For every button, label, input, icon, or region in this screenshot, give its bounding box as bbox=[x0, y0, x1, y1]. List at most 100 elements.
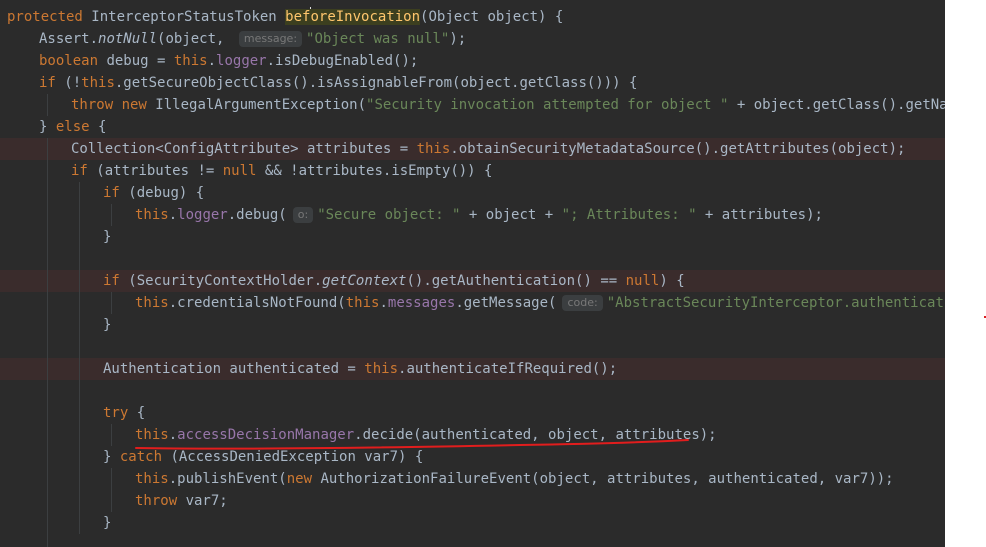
indent-guide bbox=[47, 402, 48, 424]
code-token: this bbox=[135, 427, 169, 443]
indent-guide bbox=[47, 446, 48, 468]
code-token: "Secure object: " bbox=[317, 207, 461, 223]
code-token: .authenticateIfRequired(); bbox=[398, 361, 618, 377]
code-area[interactable]: protected InterceptorStatusToken beforeI… bbox=[0, 0, 945, 547]
indent-guide bbox=[79, 402, 80, 424]
indent-guide bbox=[79, 446, 80, 468]
code-token: if bbox=[39, 75, 65, 91]
code-token: .credentialsNotFound( bbox=[168, 295, 346, 311]
code-token: .decide(authenticated, object, attribute… bbox=[354, 427, 717, 443]
indent-guide bbox=[79, 204, 80, 226]
code-token: this bbox=[364, 361, 399, 377]
indent-guide bbox=[79, 512, 80, 534]
indent-guide bbox=[79, 270, 80, 292]
code-token: (AccessDeniedException var7) { bbox=[170, 449, 424, 465]
indent-guide bbox=[79, 380, 80, 402]
code-token: Assert. bbox=[39, 31, 99, 47]
code-line-content: } else { bbox=[39, 116, 106, 138]
code-token: this bbox=[345, 295, 380, 311]
code-line[interactable]: Collection<ConfigAttribute> attributes =… bbox=[0, 138, 945, 160]
code-line[interactable]: try { bbox=[0, 402, 945, 424]
code-token: catch bbox=[119, 449, 171, 465]
code-token: throw new bbox=[71, 97, 156, 113]
code-token: (SecurityContextHolder. bbox=[128, 273, 323, 289]
code-token: bef bbox=[285, 9, 311, 25]
code-token: oreInvocation bbox=[310, 9, 421, 25]
code-token: .publishEvent( bbox=[168, 471, 287, 487]
code-line[interactable]: } bbox=[0, 314, 945, 336]
code-line-content: if (!this.getSecureObjectClass().isAssig… bbox=[39, 72, 637, 94]
code-token: ().getAuthentication() == bbox=[406, 273, 626, 289]
parameter-hint: code: bbox=[562, 295, 603, 311]
indent-guide bbox=[47, 534, 48, 547]
code-token: messages bbox=[387, 295, 456, 311]
indent-guide bbox=[111, 468, 112, 490]
code-token: boolean bbox=[39, 53, 107, 69]
parameter-hint: message: bbox=[238, 31, 303, 47]
code-token: .getMessage( bbox=[455, 295, 557, 311]
code-line[interactable]: this.accessDecisionManager.decide(authen… bbox=[0, 424, 945, 446]
code-token: Collection<ConfigAttribute> attributes = bbox=[71, 141, 417, 157]
code-line[interactable]: } else { bbox=[0, 116, 945, 138]
code-token: } bbox=[103, 317, 112, 333]
code-line[interactable]: this.logger.debug(o: "Secure object: " + … bbox=[0, 204, 945, 226]
code-line-content: Collection<ConfigAttribute> attributes =… bbox=[71, 138, 905, 160]
code-line[interactable]: if (!this.getSecureObjectClass().isAssig… bbox=[0, 72, 945, 94]
indent-guide bbox=[47, 468, 48, 490]
code-line-content: this.accessDecisionManager.decide(authen… bbox=[135, 424, 717, 446]
indent-guide bbox=[111, 204, 112, 226]
code-line-content: try { bbox=[103, 402, 145, 424]
code-token: Authentication authenticated = bbox=[103, 361, 365, 377]
code-line[interactable]: if (debug) { bbox=[0, 182, 945, 204]
code-editor[interactable]: protected InterceptorStatusToken beforeI… bbox=[0, 0, 945, 547]
code-token: "Object was null" bbox=[306, 31, 450, 47]
indent-guide bbox=[79, 248, 80, 270]
code-line-content: throw new IllegalArgumentException("Secu… bbox=[71, 94, 945, 116]
code-line[interactable]: } bbox=[0, 226, 945, 248]
code-line[interactable]: protected InterceptorStatusToken beforeI… bbox=[0, 6, 945, 28]
code-token: (debug) { bbox=[128, 185, 205, 201]
code-line[interactable] bbox=[0, 248, 945, 270]
code-token: .isDebugEnabled(); bbox=[266, 53, 419, 69]
code-token: AuthorizationFailureEvent(object, attrib… bbox=[320, 471, 894, 487]
code-line[interactable]: if (attributes != null && !attributes.is… bbox=[0, 160, 945, 182]
code-line[interactable] bbox=[0, 336, 945, 358]
code-token: if bbox=[103, 273, 129, 289]
code-line[interactable] bbox=[0, 534, 945, 547]
indent-guide bbox=[79, 336, 80, 358]
code-line[interactable]: boolean debug = this.logger.isDebugEnabl… bbox=[0, 50, 945, 72]
code-line-content: this.logger.debug(o: "Secure object: " + … bbox=[135, 204, 823, 226]
code-line-content: boolean debug = this.logger.isDebugEnabl… bbox=[39, 50, 418, 72]
indent-guide bbox=[47, 314, 48, 336]
code-token: { bbox=[98, 119, 107, 135]
code-token: new bbox=[286, 471, 321, 487]
code-token: throw bbox=[135, 493, 186, 509]
code-token: .getSecureObjectClass().isAssignableFrom… bbox=[114, 75, 638, 91]
code-token: notNull bbox=[98, 31, 158, 47]
code-line[interactable]: if (SecurityContextHolder.getContext().g… bbox=[0, 270, 945, 292]
code-line-content: throw var7; bbox=[135, 490, 228, 512]
parameter-hint: o: bbox=[292, 207, 314, 223]
indent-guide bbox=[79, 182, 80, 204]
code-line[interactable] bbox=[0, 380, 945, 402]
indent-guide bbox=[79, 292, 80, 314]
code-line[interactable]: this.credentialsNotFound(this.messages.g… bbox=[0, 292, 945, 314]
code-line[interactable]: Authentication authenticated = this.auth… bbox=[0, 358, 945, 380]
code-line[interactable]: throw new IllegalArgumentException("Secu… bbox=[0, 94, 945, 116]
code-token: else bbox=[55, 119, 99, 135]
code-token: . bbox=[379, 295, 388, 311]
code-line[interactable]: this.publishEvent(new AuthorizationFailu… bbox=[0, 468, 945, 490]
code-token: this bbox=[81, 75, 115, 91]
code-line[interactable]: Assert.notNull(object, message: "Object w… bbox=[0, 28, 945, 50]
code-token: this bbox=[173, 53, 208, 69]
code-token: { bbox=[136, 405, 146, 421]
code-line[interactable]: } bbox=[0, 512, 945, 534]
code-line[interactable]: } catch (AccessDeniedException var7) { bbox=[0, 446, 945, 468]
code-token: debug = bbox=[106, 53, 174, 69]
code-token: this bbox=[416, 141, 451, 157]
code-line[interactable]: throw var7; bbox=[0, 490, 945, 512]
code-token: } bbox=[103, 229, 112, 245]
code-line-content: } bbox=[103, 314, 111, 336]
code-token: var7; bbox=[185, 493, 228, 509]
code-token: ) { bbox=[659, 273, 685, 289]
